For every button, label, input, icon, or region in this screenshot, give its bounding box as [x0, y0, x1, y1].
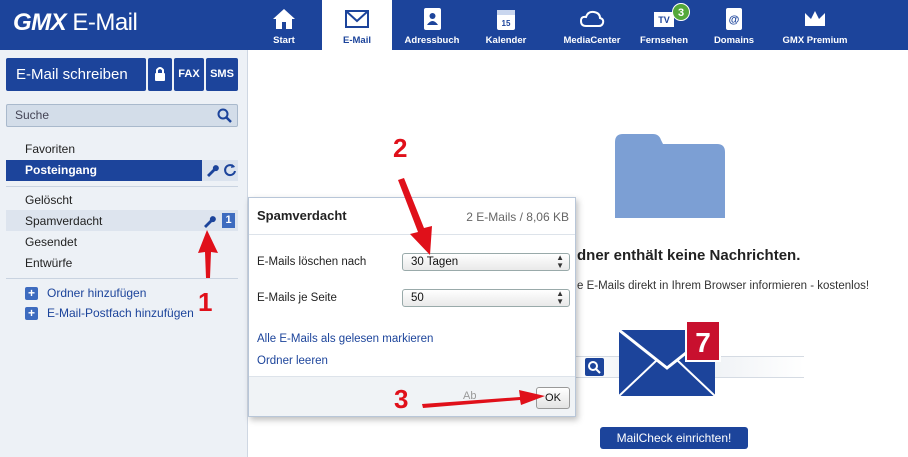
annotation-number-2: 2	[393, 133, 408, 163]
arrow-3	[422, 390, 545, 408]
arrow-1	[198, 230, 218, 278]
annotation-arrows	[198, 178, 545, 408]
annotation-number-3: 3	[394, 384, 409, 414]
arrow-2	[398, 178, 432, 255]
annotation-number-1: 1	[198, 287, 213, 317]
